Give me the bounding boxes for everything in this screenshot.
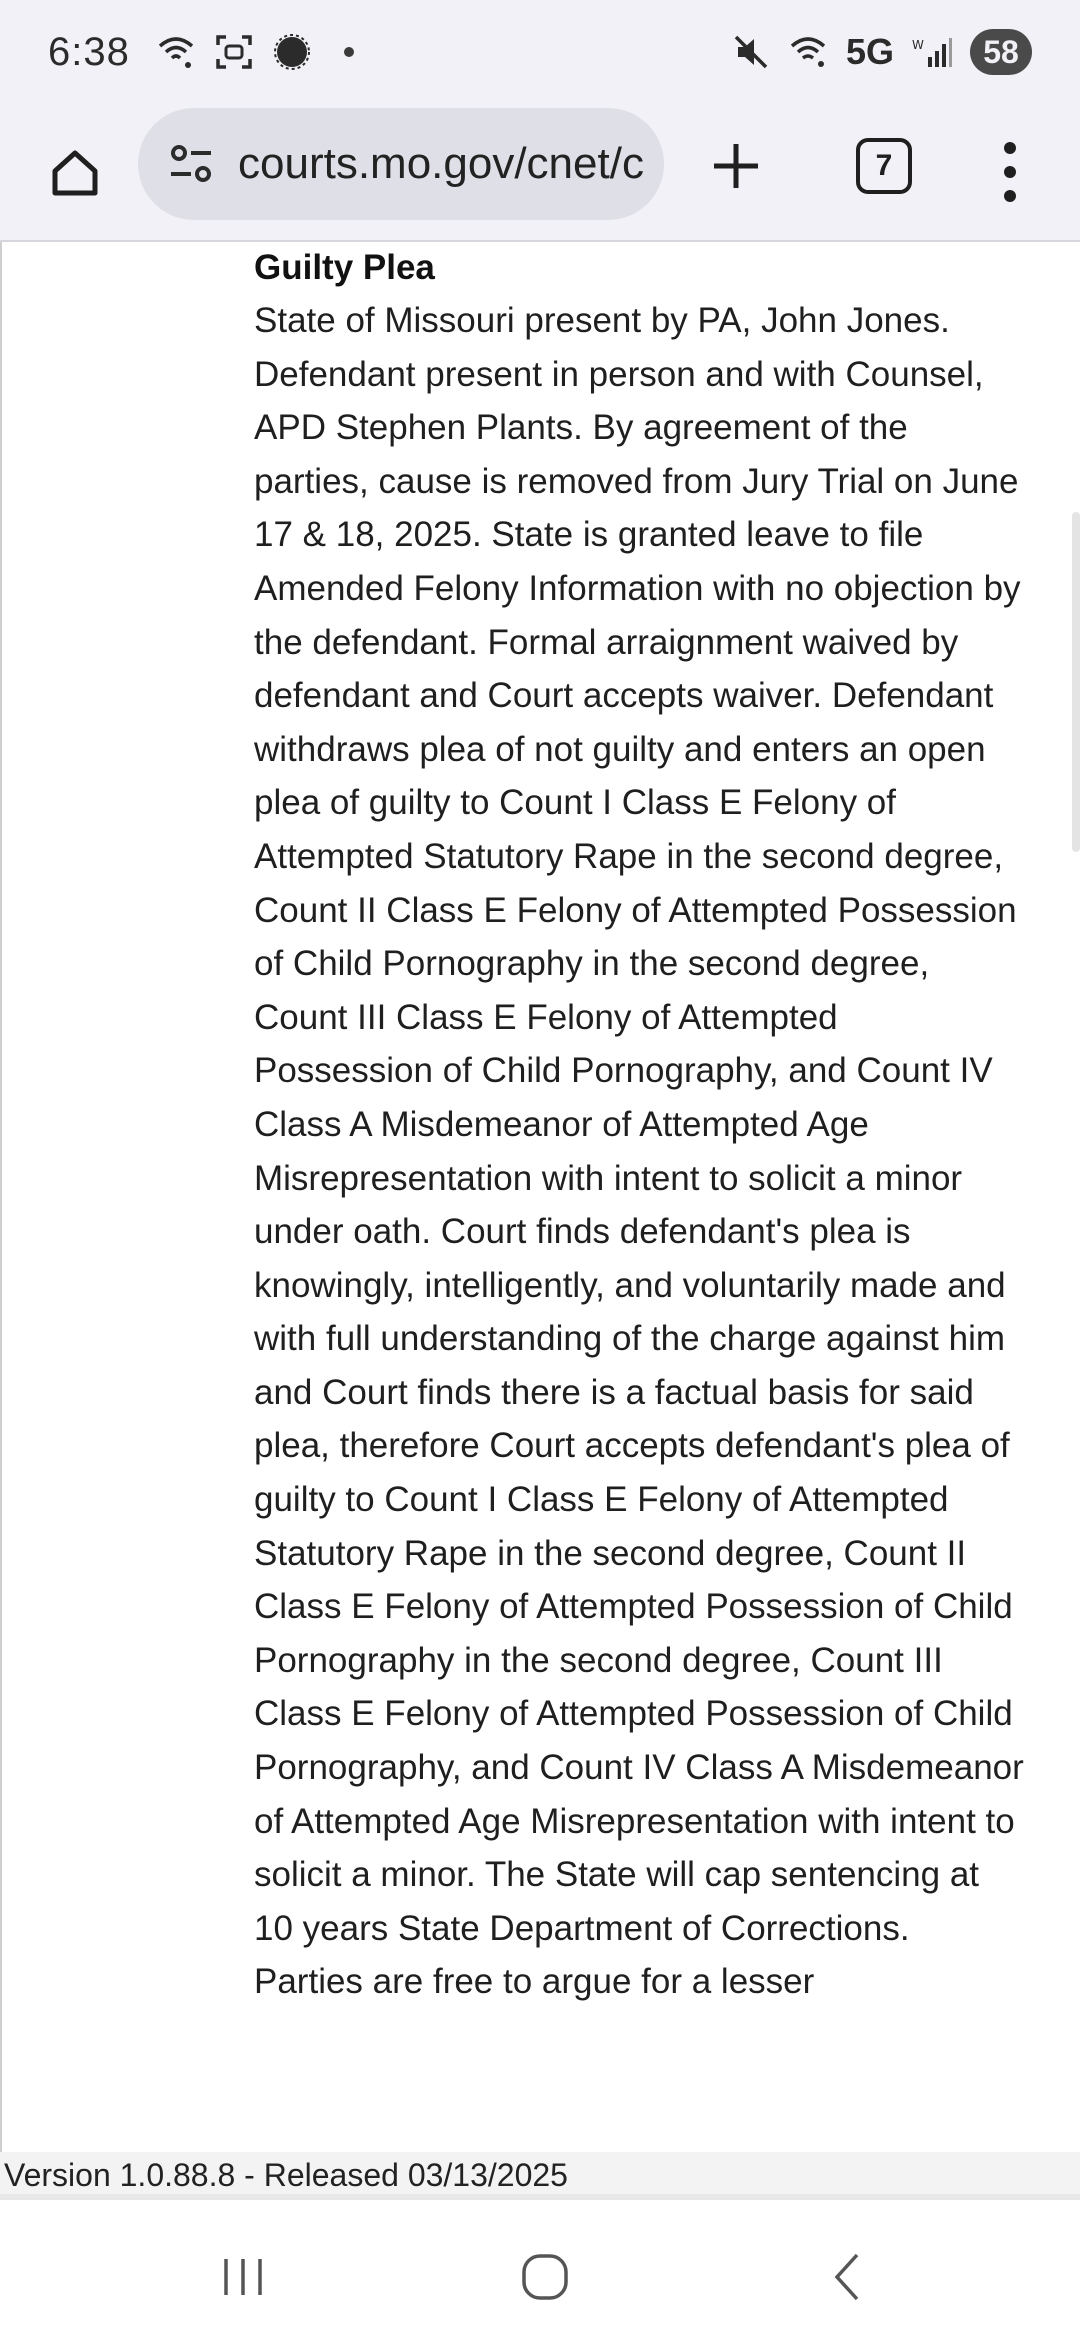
more-vert-icon — [1004, 142, 1016, 154]
app-icon — [272, 32, 312, 72]
version-footer: Version 1.0.88.8 - Released 03/13/2025 — [0, 2152, 1080, 2200]
status-bar: 6:38 5G W 58 — [0, 0, 1080, 104]
notification-dot-icon — [343, 47, 354, 57]
entry-title: Guilty Plea — [254, 248, 435, 287]
back-icon — [834, 2253, 859, 2301]
address-bar[interactable]: courts.mo.gov/cnet/c — [138, 108, 664, 220]
browser-toolbar: courts.mo.gov/cnet/c 7 — [0, 104, 1080, 242]
entry-text: State of Missouri present by PA, John Jo… — [254, 301, 1024, 2002]
wifi-icon — [788, 35, 828, 69]
scrollbar[interactable] — [1072, 512, 1080, 852]
wifi-call-icon — [156, 34, 196, 70]
status-left: 6:38 — [48, 30, 354, 75]
mute-icon — [732, 33, 770, 71]
home-circle-icon — [522, 2254, 568, 2300]
status-right: 5G W 58 — [732, 29, 1032, 75]
docket-entry: Guilty Plea State of Missouri present by… — [254, 242, 1024, 2009]
back-button[interactable] — [802, 2232, 892, 2322]
signal-icon: W — [912, 35, 952, 69]
recents-icon — [224, 2259, 262, 2295]
page-content[interactable]: Guilty Plea State of Missouri present by… — [0, 242, 1080, 2152]
home-nav-button[interactable] — [500, 2232, 590, 2322]
status-time: 6:38 — [48, 29, 130, 74]
more-menu-button[interactable] — [990, 134, 1030, 210]
home-icon — [52, 150, 98, 196]
tab-switcher-button[interactable]: 7 — [856, 138, 912, 194]
recent-apps-button[interactable] — [198, 2232, 288, 2322]
content-divider — [0, 242, 2, 2152]
navigation-bar — [0, 2206, 1080, 2340]
home-button[interactable] — [40, 138, 110, 208]
screenshot-icon — [214, 33, 254, 71]
new-tab-button[interactable] — [700, 130, 772, 202]
plus-icon — [714, 144, 758, 188]
battery-indicator: 58 — [970, 29, 1032, 75]
url-text: courts.mo.gov/cnet/c — [238, 139, 644, 188]
svg-text:W: W — [912, 38, 924, 52]
tab-count: 7 — [875, 149, 893, 182]
network-label: 5G — [845, 31, 894, 72]
site-settings-icon[interactable] — [160, 133, 222, 195]
